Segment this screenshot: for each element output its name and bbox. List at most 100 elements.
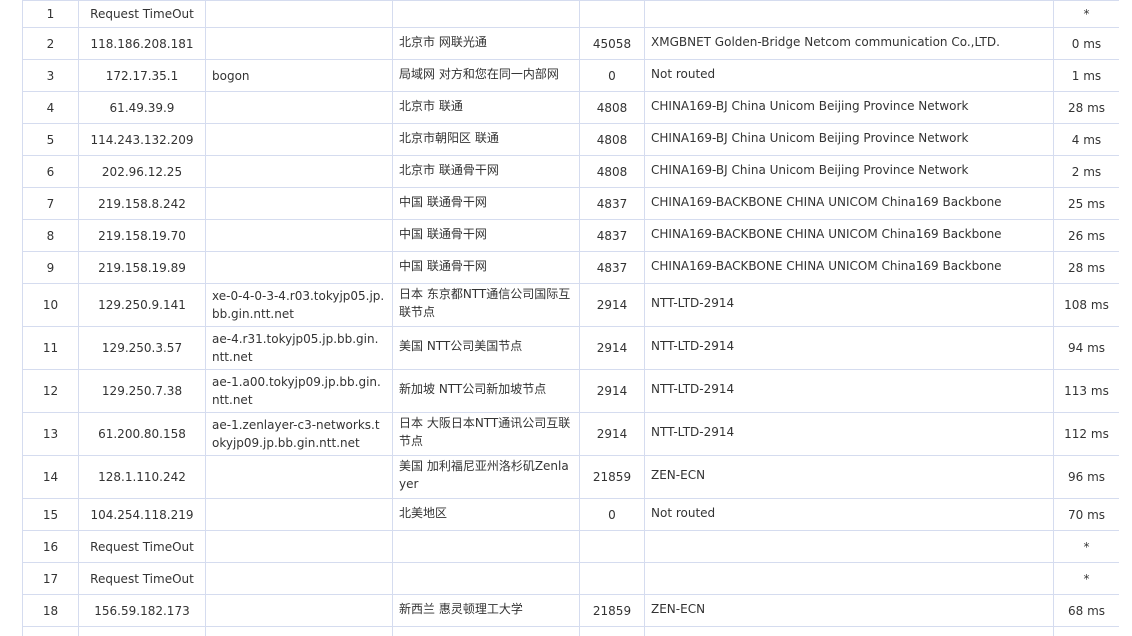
hop-number-cell-text: 17 — [42, 571, 59, 586]
latency-cell-text: 25 ms — [1067, 196, 1106, 211]
location-cell-text: 美国 加利福尼亚州洛杉矶Zenlayer — [399, 459, 569, 491]
organization-cell-text: CHINA169-BJ China Unicom Beijing Provinc… — [651, 162, 969, 177]
hop-number-cell: 17 — [22, 562, 79, 595]
hop-number-cell-text: 5 — [46, 132, 55, 147]
asn-cell: 21859 — [579, 594, 645, 627]
ip-address-cell-text: 118.186.208.181 — [90, 36, 194, 51]
hop-number-cell-text: 15 — [42, 507, 59, 522]
ip-address-cell: 114.243.132.209 — [78, 123, 206, 156]
organization-cell-text: Not routed — [651, 505, 716, 520]
organization-cell: ZEN-ECN — [644, 455, 1054, 499]
organization-cell: XMGBNET Golden-Bridge Netcom communicati… — [644, 27, 1054, 60]
latency-cell-text: 4 ms — [1071, 132, 1102, 147]
asn-cell-text: 0 — [608, 507, 616, 522]
table-row-empty — [22, 626, 1119, 636]
traceroute-results: 1 Request TimeOut * 2 118.186.208.181 北京市 网联光… — [22, 0, 1119, 636]
ip-address-cell-text: 129.250.9.141 — [98, 298, 186, 312]
organization-cell: Not routed — [644, 59, 1054, 92]
latency-cell-text: 28 ms — [1067, 100, 1106, 115]
location-cell — [392, 562, 580, 595]
ip-address-cell-text: 129.250.7.38 — [101, 384, 183, 398]
hop-number-cell: 11 — [22, 326, 79, 370]
location-cell: 北京市朝阳区 联通 — [392, 123, 580, 156]
hop-number-cell: 9 — [22, 251, 79, 284]
empty-cell — [392, 626, 580, 636]
organization-cell — [644, 530, 1054, 563]
latency-cell-text: * — [1083, 7, 1090, 21]
location-cell — [392, 0, 580, 28]
empty-cell — [78, 626, 206, 636]
asn-cell: 21859 — [579, 455, 645, 499]
hop-number-cell-text: 14 — [42, 470, 59, 484]
hop-number-cell: 18 — [22, 594, 79, 627]
ip-address-cell: 129.250.7.38 — [78, 369, 206, 413]
hostname-cell-text: ae-1.zenlayer-c3-networks.tokyjp09.jp.bb… — [212, 418, 380, 450]
location-cell-text: 北京市 联通 — [399, 98, 463, 113]
table-row: 6 202.96.12.25 北京市 联通骨干网 4808 CHINA169-BJ Ch… — [22, 155, 1119, 188]
asn-cell — [579, 562, 645, 595]
organization-cell: NTT-LTD-2914 — [644, 369, 1054, 413]
hop-number-cell: 16 — [22, 530, 79, 563]
hop-number-cell: 1 — [22, 0, 79, 28]
location-cell: 中国 联通骨干网 — [392, 187, 580, 220]
hostname-cell: bogon — [205, 59, 393, 92]
location-cell: 新加坡 NTT公司新加坡节点 — [392, 369, 580, 413]
latency-cell: * — [1053, 0, 1119, 28]
asn-cell: 2914 — [579, 369, 645, 413]
ip-address-cell-text: 202.96.12.25 — [101, 164, 183, 179]
ip-address-cell: Request TimeOut — [78, 530, 206, 563]
asn-cell-text: 45058 — [592, 36, 632, 51]
ip-address-cell: 219.158.8.242 — [78, 187, 206, 220]
ip-address-cell: 202.96.12.25 — [78, 155, 206, 188]
ip-address-cell: 61.200.80.158 — [78, 412, 206, 456]
empty-cell — [22, 626, 79, 636]
hostname-cell — [205, 498, 393, 531]
asn-cell-text: 2914 — [596, 427, 628, 441]
location-cell: 局域网 对方和您在同一内部网 — [392, 59, 580, 92]
asn-cell-text: 4808 — [596, 164, 628, 179]
hostname-cell-text: ae-4.r31.tokyjp05.jp.bb.gin.ntt.net — [212, 332, 379, 364]
location-cell: 北京市 网联光通 — [392, 27, 580, 60]
location-cell-text: 美国 NTT公司美国节点 — [399, 339, 523, 353]
asn-cell: 4837 — [579, 219, 645, 252]
asn-cell-text: 21859 — [592, 470, 632, 484]
organization-cell-text: CHINA169-BACKBONE CHINA UNICOM China169 … — [651, 194, 1002, 209]
hostname-cell — [205, 562, 393, 595]
location-cell: 中国 联通骨干网 — [392, 219, 580, 252]
hostname-cell: ae-1.zenlayer-c3-networks.tokyjp09.jp.bb… — [205, 412, 393, 456]
location-cell: 新西兰 惠灵顿理工大学 — [392, 594, 580, 627]
hop-number-cell-text: 7 — [46, 196, 55, 211]
ip-address-cell: Request TimeOut — [78, 562, 206, 595]
organization-cell — [644, 562, 1054, 595]
hostname-cell — [205, 91, 393, 124]
latency-cell: 28 ms — [1053, 91, 1119, 124]
table-row: 17 Request TimeOut * — [22, 562, 1119, 595]
organization-cell-text: ZEN-ECN — [651, 468, 706, 482]
traceroute-table-body: 1 Request TimeOut * 2 118.186.208.181 北京市 网联光… — [22, 0, 1119, 636]
asn-cell: 45058 — [579, 27, 645, 60]
latency-cell: 68 ms — [1053, 594, 1119, 627]
table-row: 2 118.186.208.181 北京市 网联光通 45058 XMGBNET Gol… — [22, 27, 1119, 60]
ip-address-cell: 156.59.182.173 — [78, 594, 206, 627]
table-row: 13 61.200.80.158 ae-1.zenlayer-c3-networks… — [22, 412, 1119, 456]
asn-cell: 0 — [579, 59, 645, 92]
organization-cell: NTT-LTD-2914 — [644, 412, 1054, 456]
hostname-cell — [205, 0, 393, 28]
hop-number-cell: 15 — [22, 498, 79, 531]
empty-cell — [579, 626, 645, 636]
latency-cell: 25 ms — [1053, 187, 1119, 220]
hop-number-cell-text: 18 — [42, 603, 59, 618]
location-cell: 美国 NTT公司美国节点 — [392, 326, 580, 370]
table-row: 12 129.250.7.38 ae-1.a00.tokyjp09.jp.bb.gi… — [22, 369, 1119, 413]
latency-cell-text: 26 ms — [1067, 228, 1106, 243]
empty-cell — [1053, 626, 1119, 636]
latency-cell-text: 94 ms — [1067, 341, 1106, 355]
hostname-cell — [205, 251, 393, 284]
asn-cell-text: 4808 — [596, 132, 628, 147]
location-cell-text: 局域网 对方和您在同一内部网 — [399, 66, 559, 81]
hop-number-cell-text: 13 — [42, 427, 59, 441]
ip-address-cell: 104.254.118.219 — [78, 498, 206, 531]
latency-cell-text: 28 ms — [1067, 260, 1106, 275]
ip-address-cell-text: Request TimeOut — [90, 7, 194, 21]
organization-cell-text: CHINA169-BJ China Unicom Beijing Provinc… — [651, 98, 969, 113]
